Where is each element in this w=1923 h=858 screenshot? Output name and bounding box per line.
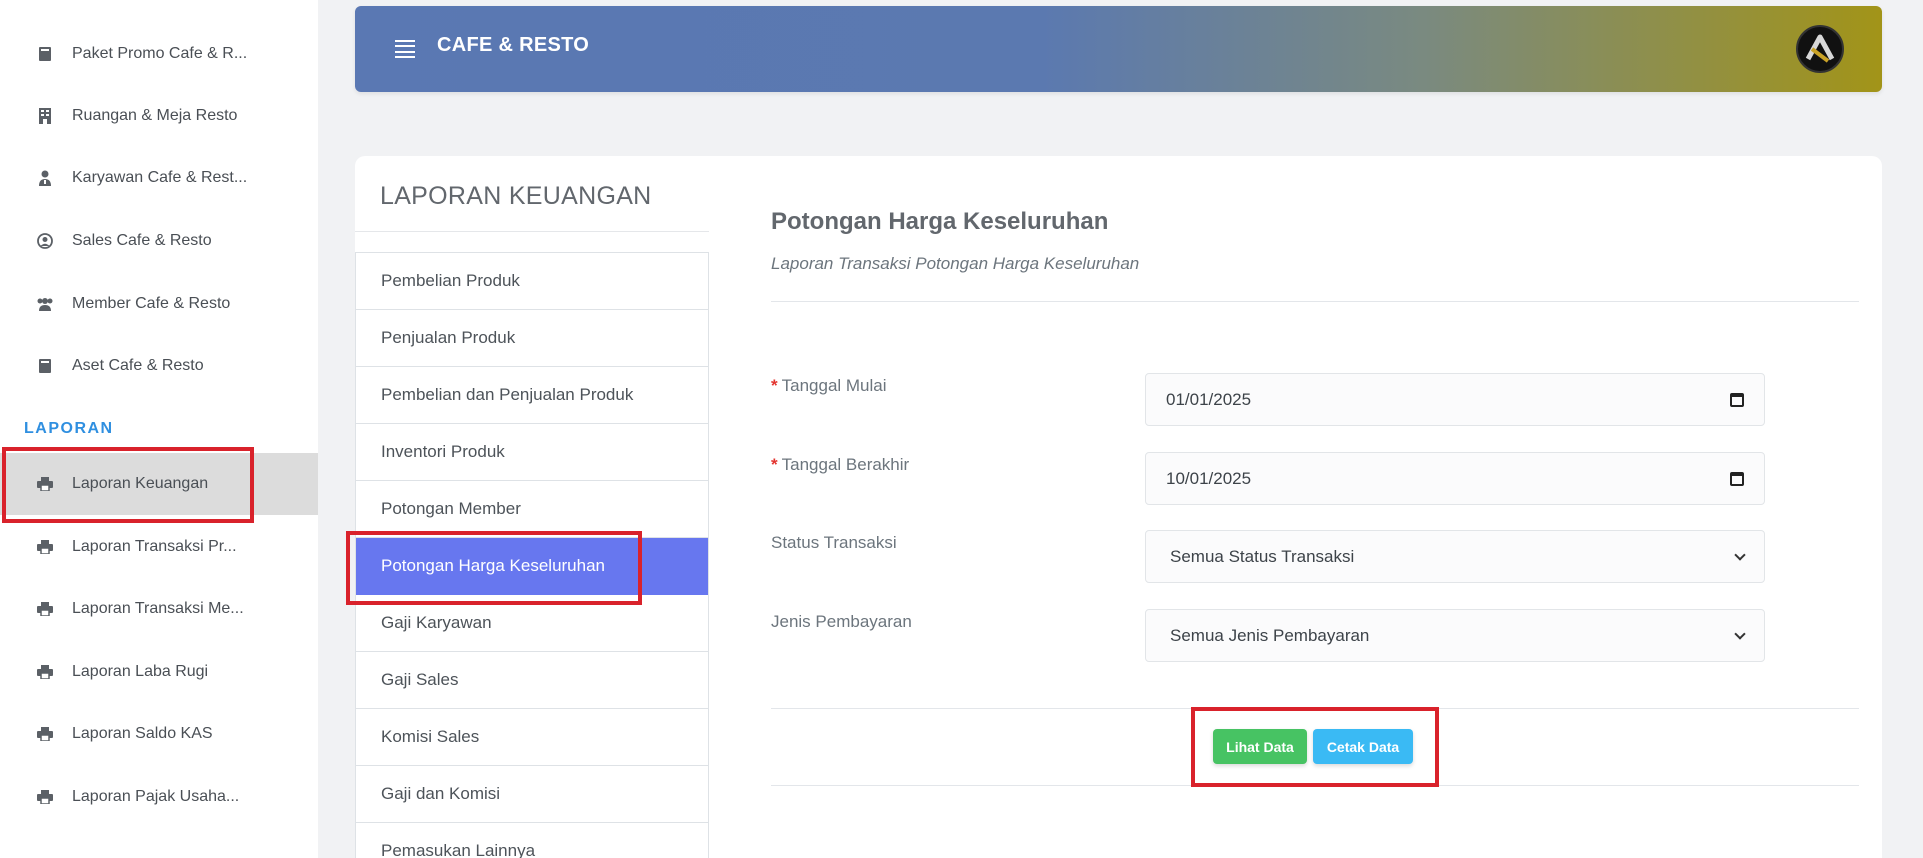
report-menu-item-pemasukan-lainnya[interactable]: Pemasukan Lainnya (356, 823, 708, 858)
sidebar-item-label: Sales Cafe & Resto (72, 232, 212, 249)
report-card: LAPORAN KEUANGAN Pembelian Produk Penjua… (355, 156, 1882, 858)
building-icon (36, 107, 54, 125)
sidebar-item-member[interactable]: Member Cafe & Resto (0, 273, 318, 335)
start-date-label: * Tanggal Mulai (771, 376, 887, 395)
sidebar-item-label: Laporan Keuangan (72, 475, 209, 492)
start-date-input[interactable]: 01/01/2025 (1145, 373, 1765, 426)
report-menu-item-inventori[interactable]: Inventori Produk (356, 424, 708, 481)
required-mark: * (771, 376, 778, 395)
print-icon (36, 663, 54, 681)
book-icon (36, 357, 54, 375)
payment-label: Jenis Pembayaran (771, 612, 912, 631)
sidebar-item-label: Karyawan Cafe & Rest... (72, 169, 248, 186)
report-menu-list: Pembelian Produk Penjualan Produk Pembel… (355, 252, 709, 858)
sidebar-item-laporan-pajak[interactable]: Laporan Pajak Usaha... (0, 766, 318, 828)
status-select-value: Semua Status Transaksi (1170, 546, 1355, 566)
sidebar-item-label: Laporan Transaksi Pr... (72, 538, 237, 555)
hamburger-menu-icon[interactable] (395, 40, 415, 58)
form-subtitle: Laporan Transaksi Potongan Harga Keselur… (771, 254, 1140, 273)
sidebar-item-label: Ruangan & Meja Resto (72, 107, 238, 124)
chevron-down-icon (1734, 627, 1746, 640)
end-date-value: 10/01/2025 (1166, 468, 1252, 488)
form-title: Potongan Harga Keseluruhan (771, 208, 1109, 235)
sidebar-item-laporan-saldo-kas[interactable]: Laporan Saldo KAS (0, 703, 318, 765)
avatar-logo-icon (1805, 34, 1835, 63)
report-menu-item-potongan-harga[interactable]: Potongan Harga Keseluruhan (356, 538, 708, 595)
view-data-button[interactable]: Lihat Data (1213, 729, 1307, 764)
report-menu-item-pembelian-penjualan[interactable]: Pembelian dan Penjualan Produk (356, 367, 708, 424)
sidebar-item-laporan-transaksi-pr[interactable]: Laporan Transaksi Pr... (0, 516, 318, 578)
sidebar-item-label: Paket Promo Cafe & R... (72, 45, 248, 62)
report-menu-item-gaji-karyawan[interactable]: Gaji Karyawan (356, 595, 708, 652)
print-icon (36, 725, 54, 743)
print-icon (36, 538, 54, 556)
sidebar-section-laporan: LAPORAN (24, 420, 114, 437)
report-menu-item-potongan-member[interactable]: Potongan Member (356, 481, 708, 538)
sidebar-item-sales[interactable]: Sales Cafe & Resto (0, 210, 318, 272)
print-icon (36, 788, 54, 806)
end-date-label: * Tanggal Berakhir (771, 455, 910, 474)
end-date-input[interactable]: 10/01/2025 (1145, 452, 1765, 505)
report-menu-item-gaji-komisi[interactable]: Gaji dan Komisi (356, 766, 708, 823)
user-circle-icon (36, 232, 54, 250)
sidebar-item-label: Member Cafe & Resto (72, 295, 231, 312)
payment-select-value: Semua Jenis Pembayaran (1170, 625, 1370, 645)
user-tie-icon (36, 169, 54, 187)
sidebar-item-laporan-laba-rugi[interactable]: Laporan Laba Rugi (0, 641, 318, 703)
sidebar: Paket Promo Cafe & R... Ruangan & Meja R… (0, 0, 318, 858)
report-menu-item-pembelian-produk[interactable]: Pembelian Produk (356, 253, 708, 310)
sidebar-item-laporan-transaksi-me[interactable]: Laporan Transaksi Me... (0, 578, 318, 640)
sidebar-item-laporan-keuangan[interactable]: Laporan Keuangan (0, 453, 318, 515)
divider (771, 708, 1859, 709)
report-menu-item-gaji-sales[interactable]: Gaji Sales (356, 652, 708, 709)
chevron-down-icon (1734, 548, 1746, 561)
report-menu-item-penjualan-produk[interactable]: Penjualan Produk (356, 310, 708, 367)
report-menu-title: LAPORAN KEUANGAN (380, 182, 652, 210)
print-data-button[interactable]: Cetak Data (1313, 729, 1413, 764)
book-icon (36, 45, 54, 63)
sidebar-item-karyawan[interactable]: Karyawan Cafe & Rest... (0, 147, 318, 209)
status-select[interactable]: Semua Status Transaksi (1145, 530, 1765, 583)
sidebar-item-aset[interactable]: Aset Cafe & Resto (0, 335, 318, 397)
sidebar-item-label: Aset Cafe & Resto (72, 357, 204, 374)
users-icon (36, 295, 54, 313)
payment-select[interactable]: Semua Jenis Pembayaran (1145, 609, 1765, 662)
top-header: CAFE & RESTO (355, 6, 1882, 92)
print-icon (36, 600, 54, 618)
report-menu-item-komisi-sales[interactable]: Komisi Sales (356, 709, 708, 766)
status-label: Status Transaksi (771, 533, 897, 552)
sidebar-item-ruangan-meja[interactable]: Ruangan & Meja Resto (0, 85, 318, 147)
divider (771, 785, 1859, 786)
user-avatar[interactable] (1796, 25, 1844, 73)
divider (771, 301, 1859, 302)
sidebar-item-label: Laporan Transaksi Me... (72, 600, 244, 617)
divider (355, 231, 709, 232)
start-date-value: 01/01/2025 (1166, 389, 1252, 409)
calendar-icon[interactable] (1730, 471, 1744, 486)
print-icon (36, 475, 54, 493)
sidebar-item-label: Laporan Laba Rugi (72, 663, 209, 680)
app-title: CAFE & RESTO (437, 34, 590, 56)
sidebar-item-label: Laporan Saldo KAS (72, 725, 213, 742)
required-mark: * (771, 455, 778, 474)
calendar-icon[interactable] (1730, 392, 1744, 407)
action-buttons: Lihat Data Cetak Data (1213, 729, 1413, 764)
sidebar-item-paket-promo[interactable]: Paket Promo Cafe & R... (0, 23, 318, 85)
sidebar-item-label: Laporan Pajak Usaha... (72, 788, 240, 805)
